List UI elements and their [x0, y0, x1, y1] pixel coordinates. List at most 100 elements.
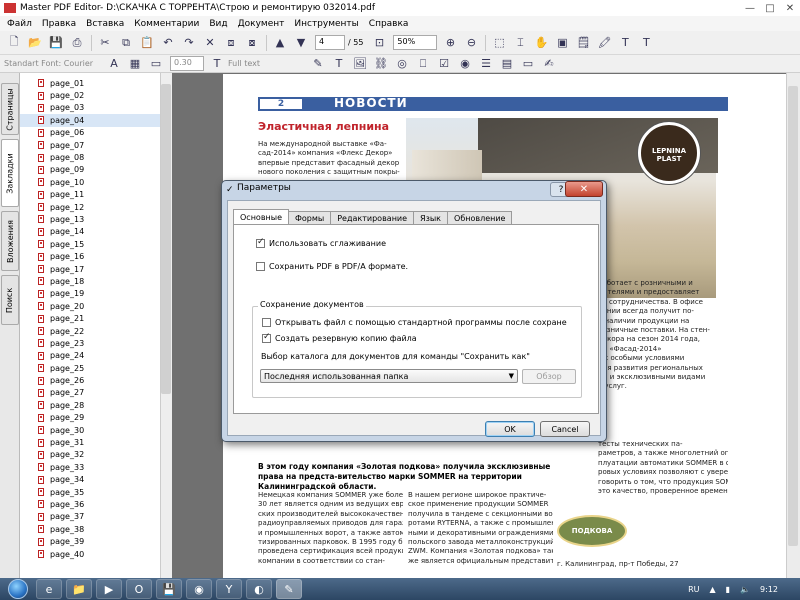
ungroup-icon[interactable]: ⧇ — [242, 34, 262, 52]
dir-select[interactable]: Последняя использованная папка ▼ — [260, 369, 518, 383]
tab-language[interactable]: Язык — [413, 211, 449, 225]
bookmark-item[interactable]: page_27 — [20, 387, 171, 399]
select-tool-icon[interactable]: ⬚ — [489, 34, 509, 52]
menu-view[interactable]: Вид — [204, 19, 232, 29]
line-width-input[interactable]: 0.30 — [170, 56, 204, 71]
save-icon[interactable]: 💾 — [46, 34, 66, 52]
bookmark-item[interactable]: page_24 — [20, 350, 171, 362]
text-color-icon[interactable]: A — [104, 55, 124, 73]
fill-mode-select[interactable]: Full text — [228, 59, 298, 68]
menu-help[interactable]: Справка — [364, 19, 414, 29]
field-check-icon[interactable]: ☑ — [434, 55, 454, 73]
bookmark-item[interactable]: page_12 — [20, 201, 171, 213]
taskbar-pdf-editor-icon[interactable]: ✎ — [276, 579, 302, 599]
pen-icon[interactable]: ✎ — [308, 55, 328, 73]
bookmark-item[interactable]: page_30 — [20, 424, 171, 436]
tab-forms[interactable]: Формы — [288, 211, 332, 225]
open-std-checkbox[interactable] — [262, 318, 271, 327]
tab-bookmarks[interactable]: Закладки — [1, 139, 19, 207]
bookmark-item[interactable]: page_40 — [20, 548, 171, 560]
clock[interactable]: 9:12 — [760, 585, 778, 594]
bookmark-item[interactable]: page_17 — [20, 263, 171, 275]
browse-button[interactable]: Обзор — [522, 369, 576, 384]
group-icon[interactable]: ⧈ — [221, 34, 241, 52]
menu-tools[interactable]: Инструменты — [289, 19, 363, 29]
backup-checkbox[interactable] — [262, 332, 271, 343]
pdfa-checkbox[interactable] — [256, 262, 265, 271]
highlight-icon[interactable]: 🖍 — [594, 34, 614, 52]
field-combo-icon[interactable]: ▤ — [497, 55, 517, 73]
zoom-input[interactable]: 50% — [393, 35, 438, 50]
zoom-in-icon[interactable]: ⊕ — [440, 34, 460, 52]
backup-option[interactable]: Создать резервную копию файла — [262, 332, 417, 343]
signature-icon[interactable]: ✍ — [539, 55, 559, 73]
stroke-icon[interactable]: ▭ — [146, 55, 166, 73]
taskbar-app-icon[interactable]: ◐ — [246, 579, 272, 599]
menu-edit[interactable]: Правка — [37, 19, 81, 29]
bookmark-item[interactable]: page_34 — [20, 474, 171, 486]
tab-search[interactable]: Поиск — [1, 275, 19, 325]
bookmark-item[interactable]: page_08 — [20, 151, 171, 163]
maximize-button[interactable]: □ — [760, 1, 780, 15]
image-icon[interactable]: 🖼 — [350, 55, 370, 73]
bookmark-item[interactable]: page_37 — [20, 511, 171, 523]
edit-forms-icon[interactable]: ▣ — [552, 34, 572, 52]
font-label[interactable]: Standart Font: Courier — [4, 59, 104, 68]
bookmark-item[interactable]: page_39 — [20, 535, 171, 547]
menu-file[interactable]: Файл — [2, 19, 37, 29]
link-icon[interactable]: ⛓ — [371, 55, 391, 73]
bookmark-item[interactable]: page_02 — [20, 89, 171, 101]
text-mode-icon[interactable]: T — [207, 55, 227, 73]
open-std-option[interactable]: Открывать файл с помощью стандартной про… — [262, 318, 580, 327]
bookmark-item[interactable]: page_01 — [20, 77, 171, 89]
start-button[interactable] — [0, 578, 36, 600]
pdfa-option[interactable]: Сохранить PDF в PDF/A формате. — [256, 262, 408, 271]
menu-document[interactable]: Документ — [233, 19, 290, 29]
field-text-icon[interactable]: ⎕ — [413, 55, 433, 73]
bookmark-item[interactable]: page_22 — [20, 325, 171, 337]
field-radio-icon[interactable]: ◉ — [455, 55, 475, 73]
ok-button[interactable]: OK — [485, 421, 535, 437]
print-icon[interactable]: ⎙ — [67, 34, 87, 52]
tab-general[interactable]: Основные — [233, 209, 290, 225]
bookmark-item[interactable]: page_20 — [20, 300, 171, 312]
prev-page-icon[interactable]: ▲ — [270, 34, 290, 52]
language-indicator[interactable]: RU — [688, 585, 699, 594]
bookmark-item[interactable]: page_11 — [20, 189, 171, 201]
minimize-button[interactable]: — — [740, 1, 760, 15]
taskbar-yandex-icon[interactable]: Y — [216, 579, 242, 599]
text-box-icon[interactable]: T — [329, 55, 349, 73]
next-page-icon[interactable]: ▼ — [291, 34, 311, 52]
volume-icon[interactable]: 🔈 — [740, 585, 750, 594]
bookmark-item[interactable]: page_10 — [20, 176, 171, 188]
field-list-icon[interactable]: ☰ — [476, 55, 496, 73]
tray-arrow-icon[interactable]: ▲ — [710, 585, 716, 594]
bookmark-item[interactable]: page_33 — [20, 461, 171, 473]
undo-icon[interactable]: ↶ — [158, 34, 178, 52]
actual-size-icon[interactable]: ⊡ — [369, 34, 389, 52]
bookmark-item[interactable]: page_36 — [20, 498, 171, 510]
delete-icon[interactable]: ✕ — [200, 34, 220, 52]
bookmark-item[interactable]: page_32 — [20, 449, 171, 461]
fill-color-icon[interactable]: ▦ — [125, 55, 145, 73]
network-icon[interactable]: ▮ — [726, 585, 730, 594]
cancel-button[interactable]: Cancel — [540, 421, 590, 437]
zoom-out-icon[interactable]: ⊖ — [461, 34, 481, 52]
taskbar-explorer-icon[interactable]: 📁 — [66, 579, 92, 599]
bookmark-item[interactable]: page_35 — [20, 486, 171, 498]
strikeout-icon[interactable]: T — [615, 34, 635, 52]
redo-icon[interactable]: ↷ — [179, 34, 199, 52]
tab-editing[interactable]: Редактирование — [330, 211, 415, 225]
note-icon[interactable]: 🗒 — [573, 34, 593, 52]
bookmark-item[interactable]: page_38 — [20, 523, 171, 535]
new-file-icon[interactable]: 🗋 — [4, 34, 24, 52]
menu-insert[interactable]: Вставка — [81, 19, 129, 29]
tab-attachments[interactable]: Вложения — [1, 211, 19, 271]
bookmark-item[interactable]: page_07 — [20, 139, 171, 151]
smoothing-option[interactable]: Использовать сглаживание — [256, 237, 386, 248]
document-scroll-thumb[interactable] — [788, 86, 798, 546]
taskbar-media-icon[interactable]: ▶ — [96, 579, 122, 599]
close-window-button[interactable]: ✕ — [780, 1, 800, 15]
bookmark-item[interactable]: page_19 — [20, 288, 171, 300]
bookmark-item[interactable]: page_14 — [20, 226, 171, 238]
